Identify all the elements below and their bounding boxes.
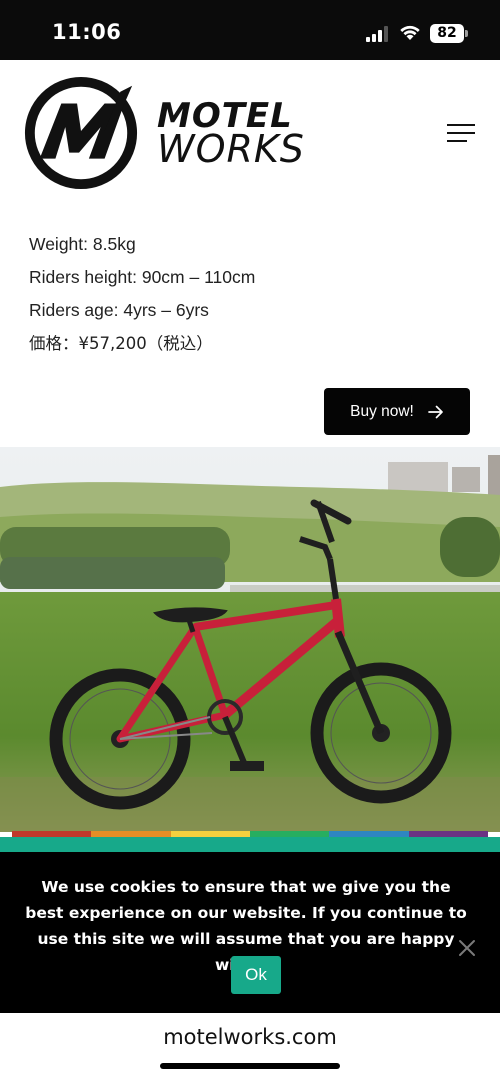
close-icon[interactable] [458,939,476,957]
product-photo [0,447,500,832]
battery-cap [465,30,468,37]
wifi-icon [400,25,420,40]
spec-riders-height: Riders height: 90cm – 110cm [29,267,256,287]
signal-icon [366,26,388,42]
menu-line [447,140,467,142]
menu-line [447,124,475,126]
url-text[interactable]: motelworks.com [0,1025,500,1049]
home-indicator [160,1063,340,1069]
cookie-ok-button[interactable]: Ok [231,956,281,994]
status-bar: 11:06 82 [0,0,500,60]
buy-now-button[interactable]: Buy now! [324,388,470,435]
status-time: 11:06 [52,20,122,44]
browser-url-bar[interactable]: motelworks.com [0,1013,500,1080]
hamburger-menu-icon[interactable] [444,120,478,146]
motel-works-logo[interactable] [22,74,140,192]
buy-now-label: Buy now! [350,402,414,420]
battery-icon: 82 [430,24,464,43]
spec-weight: Weight: 8.5kg [29,234,136,254]
spec-riders-age: Riders age: 4yrs – 6yrs [29,300,209,320]
menu-line [447,132,475,134]
spec-price: 価格：¥57,200（税込） [29,334,213,353]
arrow-right-icon [428,405,443,418]
product-specs: Weight: 8.5kg Riders height: 90cm – 110c… [29,228,255,360]
cookie-banner: We use cookies to ensure that we give yo… [0,837,500,1013]
brand-line-2: WORKS [157,127,305,171]
